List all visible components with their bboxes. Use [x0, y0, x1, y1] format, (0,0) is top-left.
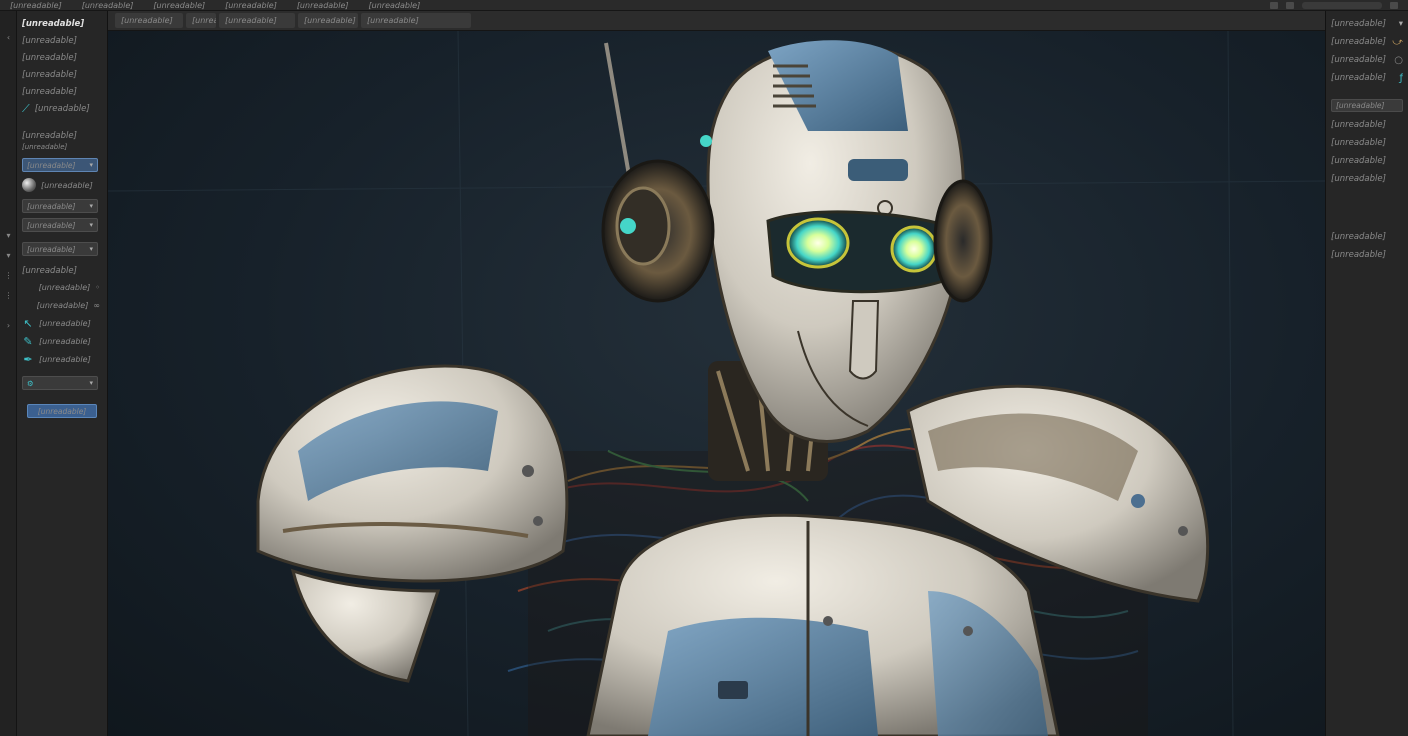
right-properties-panel: [unreadable] ▾ [unreadable] ⤻ [unreadabl…	[1325, 11, 1408, 736]
render-viewport[interactable]	[108, 31, 1325, 736]
line-tool-icon: ⟋	[22, 101, 30, 115]
panel-item[interactable]: [unreadable]	[22, 49, 102, 66]
chevron-down-icon: ▾	[89, 221, 93, 229]
robot-render	[108, 31, 1325, 736]
sphere-material-row[interactable]: [unreadable]	[22, 176, 102, 194]
panel-row[interactable]: [unreadable] ⤻	[1331, 33, 1403, 51]
curve-icon: ⤻	[1392, 36, 1403, 48]
tool-row[interactable]: [unreadable] ◦	[22, 278, 102, 296]
pen-tool-icon: ✒	[23, 352, 33, 366]
tool-row[interactable]: ✒ [unreadable]	[22, 350, 102, 368]
panel-row[interactable]: [unreadable]	[1331, 116, 1403, 134]
viewport-tab[interactable]: [unreadable]	[115, 13, 183, 28]
settings-icon: ⚙	[27, 378, 34, 388]
dropdown-value: [unreadable]	[27, 160, 76, 170]
panel-item[interactable]: [unreadable]	[22, 83, 102, 100]
panel-row[interactable]: [unreadable] ○	[1331, 51, 1403, 69]
window-control-icon[interactable]	[1286, 1, 1294, 9]
section-header[interactable]: [unreadable]	[1331, 99, 1403, 112]
menubar-controls	[1270, 1, 1408, 9]
workspace-selector[interactable]	[1302, 1, 1382, 9]
menu-item[interactable]: [unreadable]	[143, 1, 215, 10]
panel-row[interactable]: [unreadable]	[1331, 152, 1403, 170]
dropdown-value: [unreadable]	[27, 201, 76, 211]
window-control-icon[interactable]	[1390, 1, 1398, 9]
chevron-down-icon: ▾	[1398, 19, 1403, 29]
chevron-down-icon[interactable]: ▾	[4, 231, 13, 240]
panel-row[interactable]: [unreadable] ▾	[1331, 15, 1403, 33]
material-label: [unreadable]	[41, 180, 93, 190]
section-heading: [unreadable]	[22, 131, 77, 141]
row-label: [unreadable]	[1331, 73, 1386, 83]
dropdown[interactable]: [unreadable] ▾	[22, 218, 98, 232]
function-icon: ƒ	[1399, 72, 1403, 84]
chevron-down-icon: ▾	[89, 379, 93, 387]
panel-row[interactable]: [unreadable]	[1331, 170, 1403, 188]
panel-spacer	[1331, 188, 1403, 228]
panel-title: [unreadable]	[22, 18, 85, 29]
robot-head	[601, 40, 993, 443]
dropdown-value: [unreadable]	[27, 220, 76, 230]
dropdown[interactable]: ⚙ ▾	[22, 376, 98, 390]
dropdown[interactable]: [unreadable] ▾	[22, 199, 98, 213]
expand-icon[interactable]: ›	[4, 321, 13, 330]
apply-button[interactable]: [unreadable]	[27, 404, 97, 418]
section-subheading: [unreadable]	[22, 143, 68, 151]
left-collapse-strip: ‹ ▾ ▾ ⋮ ⋮ ›	[0, 11, 17, 736]
chevron-down-icon: ▾	[89, 245, 93, 253]
panel-item-label: [unreadable]	[34, 103, 90, 114]
panel-row[interactable]: [unreadable]	[1331, 134, 1403, 152]
menu-item[interactable]: [unreadable]	[287, 1, 359, 10]
dropdown-value: [unreadable]	[27, 244, 76, 254]
panel-item[interactable]: [unreadable]	[22, 66, 102, 83]
menu-item[interactable]: [unreadable]	[359, 1, 431, 10]
section-heading: [unreadable]	[22, 266, 77, 276]
row-label: [unreadable]	[1331, 19, 1386, 29]
handle-icon[interactable]: ⋮	[4, 291, 13, 300]
chevron-down-icon: ▾	[89, 202, 93, 210]
tool-label: [unreadable]	[39, 336, 91, 346]
viewport-tab[interactable]: [unreadable]	[361, 13, 471, 28]
viewport-tab[interactable]: [unreadable]	[219, 13, 295, 28]
dropdown[interactable]: [unreadable] ▾	[22, 242, 98, 256]
brush-tool-icon: ✎	[23, 334, 33, 348]
link-icon[interactable]: ∞	[93, 301, 100, 310]
menu-item[interactable]: [unreadable]	[215, 1, 287, 10]
viewport-tab[interactable]: [unreadable]	[186, 13, 216, 28]
window-control-icon[interactable]	[1270, 1, 1278, 9]
panel-item-with-icon[interactable]: ⟋ [unreadable]	[22, 100, 102, 117]
visibility-icon[interactable]: ◦	[95, 283, 100, 292]
left-eye-glow	[786, 217, 850, 269]
left-shoulder-plate	[256, 364, 569, 683]
viewport-tab-bar: [unreadable] [unreadable] [unreadable] […	[108, 11, 1325, 31]
tool-row[interactable]: [unreadable] ∞	[22, 296, 102, 314]
sphere-icon	[22, 178, 36, 192]
panel-item[interactable]: [unreadable]	[22, 32, 102, 49]
chevron-down-icon: ▾	[89, 161, 93, 169]
panel-row[interactable]: [unreadable]	[1331, 246, 1403, 264]
tool-row[interactable]: ↖ [unreadable]	[22, 314, 102, 332]
row-label: [unreadable]	[1331, 55, 1386, 65]
tool-row[interactable]: ✎ [unreadable]	[22, 332, 102, 350]
active-dropdown[interactable]: [unreadable] ▾	[22, 158, 98, 172]
viewport-tab[interactable]: [unreadable]	[298, 13, 358, 28]
handle-icon[interactable]: ⋮	[4, 271, 13, 280]
chevron-down-icon[interactable]: ▾	[4, 251, 13, 260]
tool-label: [unreadable]	[36, 300, 89, 310]
left-properties-panel: [unreadable] [unreadable] [unreadable] […	[17, 11, 108, 736]
right-ear-piece	[933, 179, 993, 303]
menu-item[interactable]: [unreadable]	[0, 1, 72, 10]
collapse-handle-icon[interactable]: ‹	[4, 33, 13, 42]
menu-item[interactable]: [unreadable]	[72, 1, 144, 10]
row-label: [unreadable]	[1331, 37, 1386, 47]
right-eye-glow	[890, 225, 938, 273]
panel-row[interactable]: [unreadable] ƒ	[1331, 69, 1403, 87]
tool-label: [unreadable]	[39, 318, 91, 328]
tool-label: [unreadable]	[38, 282, 91, 292]
pointer-tool-icon: ↖	[23, 316, 33, 330]
panel-row[interactable]: [unreadable]	[1331, 228, 1403, 246]
tool-label: [unreadable]	[39, 354, 91, 364]
circle-icon: ○	[1394, 54, 1403, 66]
menu-bar: [unreadable] [unreadable] [unreadable] […	[0, 0, 1408, 11]
